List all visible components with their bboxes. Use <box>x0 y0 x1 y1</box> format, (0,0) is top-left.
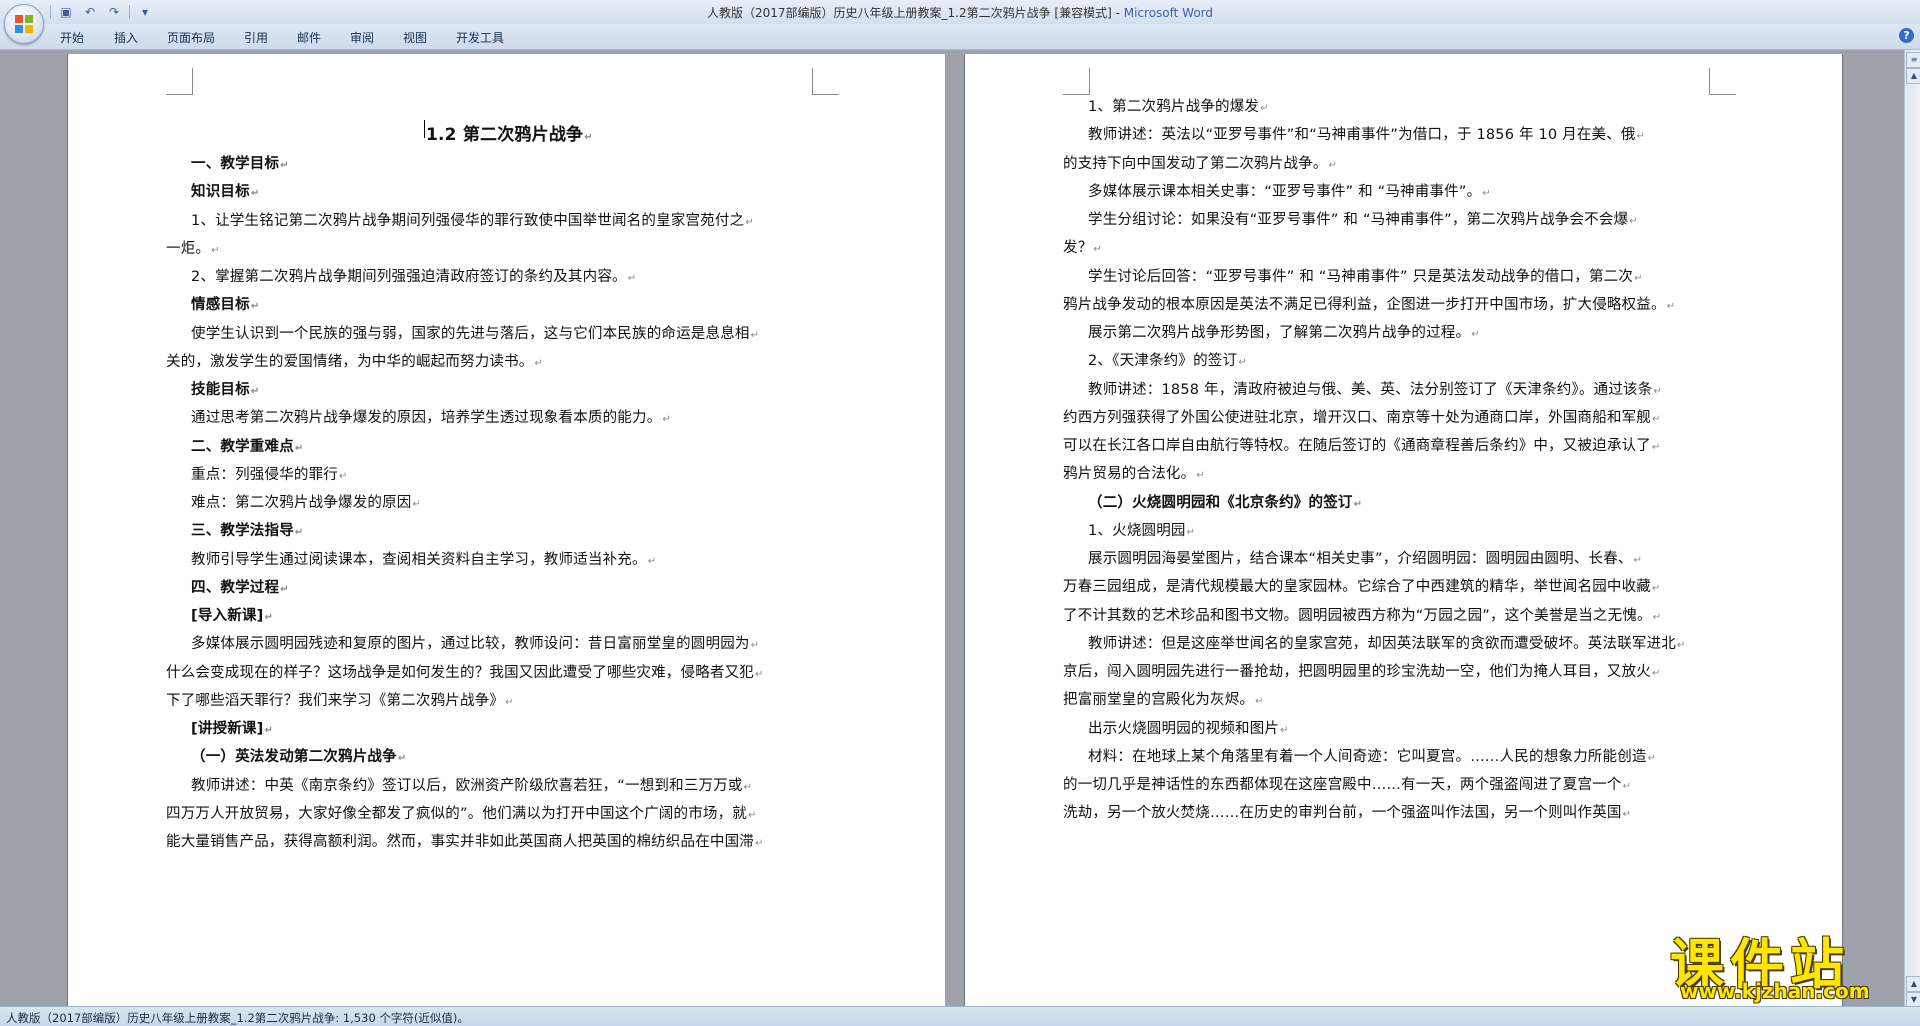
doc-text-line: 的一切几乎是神话性的东西都体现在这座宫殿中……有一天，两个强盗闯进了夏宫一个↵ <box>1063 777 1632 793</box>
help-icon[interactable]: ? <box>1899 28 1914 43</box>
doc-text-line: 2、掌握第二次鸦片战争期间列强强迫清政府签订的条约及其内容。↵ <box>191 269 637 285</box>
watermark-url: www.kjzhan.com <box>1680 979 1870 1003</box>
doc-text-line: 把富丽堂皇的宫殿化为灰烬。↵ <box>1063 692 1264 709</box>
doc-heading-line: 四、教学过程↵ <box>191 579 289 596</box>
scroll-up-icon[interactable]: ▲ <box>1906 68 1920 84</box>
tab-developer[interactable]: 开发工具 <box>456 29 504 46</box>
doc-text-line: 1、火烧圆明园↵ <box>1088 522 1196 539</box>
doc-text-line: 的支持下向中国发动了第二次鸦片战争。↵ <box>1063 155 1338 172</box>
status-bar: 人教版（2017部编版）历史八年级上册教案_1.2第二次鸦片战争: 1,530 … <box>0 1006 1920 1026</box>
crop-mark <box>1063 68 1090 95</box>
doc-text-line: 关的，激发学生的爱国情绪，为中华的崛起而努力读书。↵ <box>166 353 544 370</box>
doc-text-line: 下了哪些滔天罪行？我们来学习《第二次鸦片战争》↵ <box>166 692 514 709</box>
document-page-2[interactable]: 1、第二次鸦片战争的爆发↵ 教师讲述：英法以“亚罗号事件”和“马神甫事件”为借口，… <box>965 54 1842 1010</box>
doc-text-line: 多媒体展示圆明园残迹和复原的图片，通过比较，教师设问：昔日富丽堂皇的圆明园为↵ <box>191 636 760 653</box>
doc-text-line: 教师讲述：中英《南京条约》签订以后，欧洲资产阶级欣喜若狂，“一想到和三万万或↵ <box>191 777 753 794</box>
document-heading: 1.2 第二次鸦片战争↵ <box>426 125 593 145</box>
ruler-toggle-icon[interactable]: ≡ <box>1906 52 1920 68</box>
tab-insert[interactable]: 插入 <box>114 29 138 46</box>
doc-text-line: 展示第二次鸦片战争形势图，了解第二次鸦片战争的过程。↵ <box>1088 325 1480 341</box>
doc-text-line: 教师讲述：但是这座举世闻名的皇家宫苑，却因英法联军的贪欲而遭受破坏。英法联军进北… <box>1088 635 1686 652</box>
crop-mark <box>166 68 193 95</box>
doc-text-line: 鸦片贸易的合法化。↵ <box>1063 466 1205 483</box>
doc-text-line: 难点：第二次鸦片战争爆发的原因↵ <box>191 495 422 511</box>
doc-heading-line: （二）火烧圆明园和《北京条约》的签订↵ <box>1088 494 1363 511</box>
crop-mark <box>1709 68 1736 95</box>
doc-heading-line: 一、教学目标↵ <box>191 156 289 172</box>
word-count-status[interactable]: 人教版（2017部编版）历史八年级上册教案_1.2第二次鸦片战争: 1,530 … <box>6 1010 469 1026</box>
doc-text-line: 了不计其数的艺术珍品和图书文物。圆明园被西方称为“万园之园”，这个美誉是当之无愧… <box>1063 607 1662 624</box>
app-name: Microsoft Word <box>1123 6 1214 20</box>
doc-text-line: 可以在长江各口岸自由航行等特权。在随后签订的《通商章程善后条约》中，又被迫承认了… <box>1063 438 1661 454</box>
crop-mark <box>812 68 839 95</box>
doc-text-line: 万春三园组成，是清代规模最大的皇家园林。它综合了中西建筑的精华，举世闻名园中收藏… <box>1063 579 1661 596</box>
text-cursor <box>424 120 425 138</box>
doc-text-line: 教师讲述：1858 年，清政府被迫与俄、美、英、法分别签订了《天津条约》。通过该… <box>1088 381 1663 398</box>
tab-view[interactable]: 视图 <box>403 29 427 46</box>
doc-text-line: 使学生认识到一个民族的强与弱，国家的先进与落后，这与它们本民族的命运是息息相↵ <box>191 325 760 342</box>
doc-text-line: 能大量销售产品，获得高额利润。然而，事实并非如此英国商人把英国的棉纺织品在中国滞… <box>166 834 764 850</box>
doc-text-line: 一炬。↵ <box>166 240 220 257</box>
doc-heading-line: [导入新课]↵ <box>191 608 274 624</box>
doc-text-line: 鸦片战争发动的根本原因是英法不满足已得利益，企图进一步打开中国市场，扩大侵略权益… <box>1063 296 1676 313</box>
doc-text-line: 教师讲述：英法以“亚罗号事件”和“马神甫事件”为借口，于 1856 年 10 月… <box>1088 127 1646 144</box>
doc-text-line: 约西方列强获得了外国公使进驻北京，增开汉口、南京等十处为通商口岸，外国商船和军舰… <box>1063 409 1661 426</box>
doc-text-line: 发？↵ <box>1063 240 1102 257</box>
doc-text-line: 1、第二次鸦片战争的爆发↵ <box>1088 99 1269 115</box>
doc-text-line: 四万万人开放贸易，大家好像全都发了疯似的”。他们满以为打开中国这个广阔的市场，就… <box>166 805 757 822</box>
doc-text-line: 出示火烧圆明园的视频和图片↵ <box>1088 720 1289 737</box>
doc-text-line: 展示圆明园海晏堂图片，结合课本“相关史事”，介绍圆明园：圆明园由圆明、长春、↵ <box>1088 551 1643 567</box>
doc-text-line: 教师引导学生通过阅读课本，查阅相关资料自主学习，教师适当补充。↵ <box>191 551 657 568</box>
document-title: 人教版（2017部编版）历史八年级上册教案_1.2第二次鸦片战争 [兼容模式] <box>706 6 1112 20</box>
tab-review[interactable]: 审阅 <box>350 29 374 46</box>
tab-home[interactable]: 开始 <box>60 29 84 46</box>
title-bar: ▣ ↶ ↷ ▾ 人教版（2017部编版）历史八年级上册教案_1.2第二次鸦片战争… <box>0 0 1920 44</box>
window-title: 人教版（2017部编版）历史八年级上册教案_1.2第二次鸦片战争 [兼容模式] … <box>706 6 1214 20</box>
doc-text-line: 什么会变成现在的样子？这场战争是如何发生的？我国又因此遭受了哪些灾难，侵略者又犯… <box>166 664 764 681</box>
office-logo-icon <box>15 15 33 33</box>
doc-text-line: 通过思考第二次鸦片战争爆发的原因，培养学生透过现象看本质的能力。↵ <box>191 410 671 427</box>
left-margin-area <box>0 50 54 1010</box>
doc-text-line: 2、《天津条约》的签订↵ <box>1088 353 1247 370</box>
doc-heading-line: 知识目标↵ <box>191 184 260 201</box>
tab-mailings[interactable]: 邮件 <box>297 29 321 46</box>
office-button[interactable] <box>4 4 44 44</box>
doc-text-line: 学生讨论后回答：“亚罗号事件” 和 “马神甫事件” 只是英法发动战争的借口，第二… <box>1088 268 1643 285</box>
doc-text-line: 京后，闯入圆明园先进行一番抢劫，把圆明园里的珍宝洗劫一空，他们为掩人耳目，又放火… <box>1063 664 1661 680</box>
ribbon-tabs: 开始 插入 页面布局 引用 邮件 审阅 视图 开发工具 ? <box>0 24 1920 50</box>
doc-text-line: 洗劫，另一个放火焚烧……在历史的审判台前，一个强盗叫作法国，另一个则叫作英国↵ <box>1063 805 1632 822</box>
tab-references[interactable]: 引用 <box>244 29 268 46</box>
doc-heading-line: （一）英法发动第二次鸦片战争↵ <box>191 749 407 766</box>
doc-text-line: 多媒体展示课本相关史事：“亚罗号事件” 和 “马神甫事件”。↵ <box>1088 183 1491 200</box>
previous-page-icon[interactable]: ▲ <box>1906 976 1920 992</box>
doc-text-line: 1、让学生铭记第二次鸦片战争期间列强侵华的罪行致使中国举世闻名的皇家宫苑付之↵ <box>191 212 754 229</box>
doc-heading-line: [讲授新课]↵ <box>191 721 274 737</box>
doc-text-line: 材料：在地球上某个角落里有着一个人间奇迹：它叫夏宫。……人民的想象力所能创造↵ <box>1088 748 1657 765</box>
doc-heading-line: 三、教学法指导↵ <box>191 523 304 540</box>
doc-text-line: 重点：列强侵华的罪行↵ <box>191 466 348 483</box>
document-page-1[interactable]: 1.2 第二次鸦片战争↵ 一、教学目标↵ 知识目标↵ 1、让学生铭记第二次鸦片战争期… <box>68 54 945 1010</box>
doc-heading-line: 二、教学重难点↵ <box>191 438 304 455</box>
vertical-scrollbar[interactable]: ≡ ▲ ▲ ▼ <box>1904 50 1920 1010</box>
tab-page-layout[interactable]: 页面布局 <box>167 29 215 46</box>
doc-heading-line: 情感目标↵ <box>191 297 260 314</box>
page-gap <box>945 54 965 1010</box>
doc-text-line: 学生分组讨论：如果没有“亚罗号事件” 和 “马神甫事件”，第二次鸦片战争会不会爆… <box>1088 212 1638 228</box>
doc-heading-line: 技能目标↵ <box>191 382 260 398</box>
